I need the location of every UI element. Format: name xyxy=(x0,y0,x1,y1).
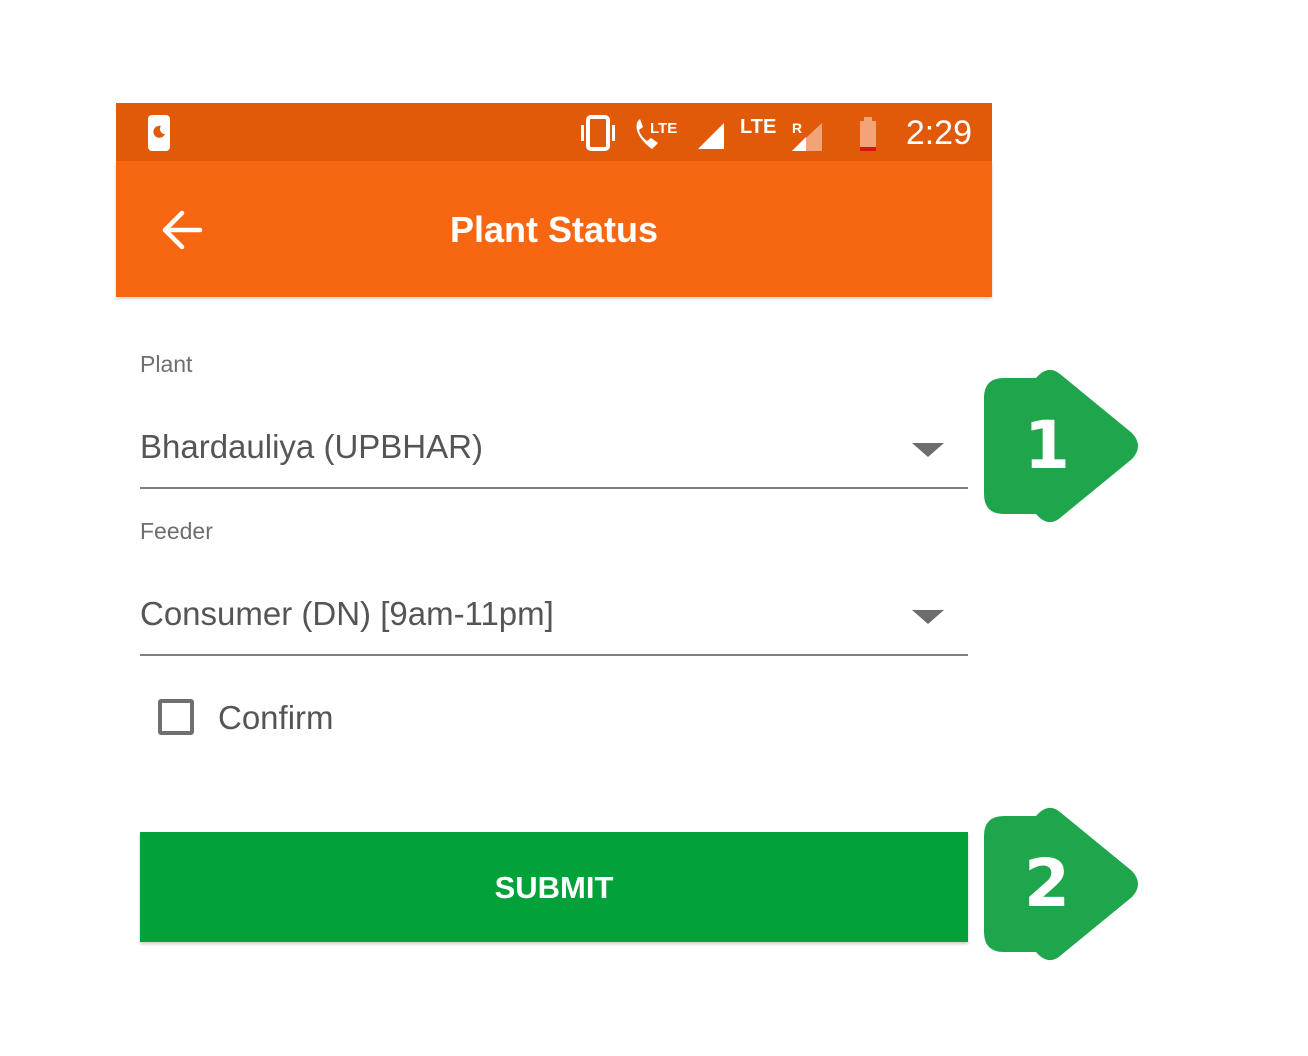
battery-low-icon xyxy=(860,117,876,151)
plant-value: Bhardauliya (UPBHAR) xyxy=(140,428,483,465)
svg-text:LTE: LTE xyxy=(740,116,776,138)
callout-number: 1 xyxy=(1024,407,1070,484)
callout-badge-1: 1 xyxy=(984,364,1144,528)
confirm-label: Confirm xyxy=(218,699,334,736)
feeder-label: Feeder xyxy=(140,518,213,544)
callout-number: 2 xyxy=(1024,845,1070,922)
app-screen: LTE LTE R 2:29 Plant Status Plant Bharda… xyxy=(116,103,992,983)
signal-icon xyxy=(698,123,724,149)
submit-button[interactable]: SUBMIT xyxy=(140,832,968,942)
lte-text: LTE xyxy=(650,120,677,137)
page-title: Plant Status xyxy=(449,209,659,250)
plant-label: Plant xyxy=(140,351,193,377)
clock-time: 2:29 xyxy=(905,114,972,152)
callout-badge-2: 2 xyxy=(984,802,1144,966)
app-bar: Plant Status xyxy=(116,161,992,297)
status-icons: LTE LTE R xyxy=(581,115,876,151)
volte-call-icon: LTE xyxy=(636,119,677,149)
feeder-dropdown[interactable]: Consumer (DN) [9am-11pm] xyxy=(140,584,968,656)
caret-down-icon xyxy=(912,443,944,457)
notification-icon xyxy=(148,115,170,151)
vibrate-icon xyxy=(581,115,615,151)
svg-text:R: R xyxy=(792,120,802,136)
caret-down-icon xyxy=(912,610,944,624)
signal-lte-roaming-icon: LTE R xyxy=(740,116,822,151)
status-bar: LTE LTE R 2:29 xyxy=(116,103,992,161)
feeder-value: Consumer (DN) [9am-11pm] xyxy=(140,595,554,632)
confirm-checkbox[interactable] xyxy=(158,699,194,735)
plant-dropdown[interactable]: Bhardauliya (UPBHAR) xyxy=(140,417,968,489)
